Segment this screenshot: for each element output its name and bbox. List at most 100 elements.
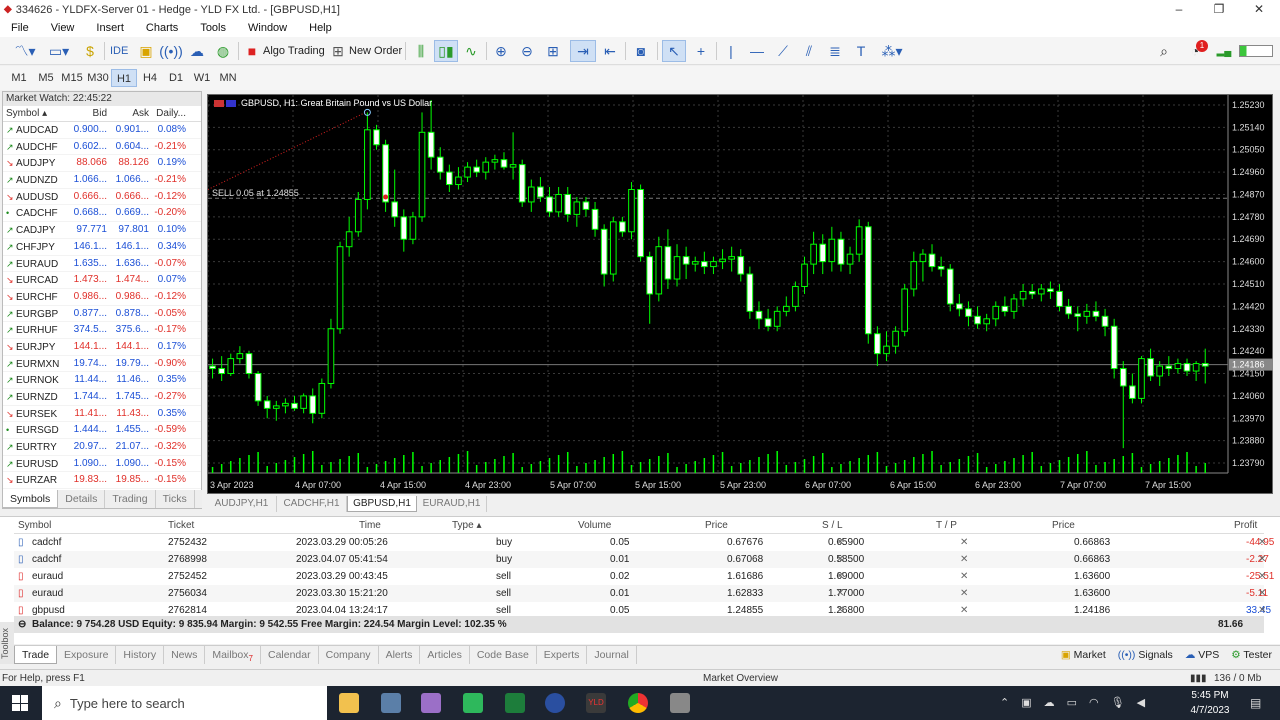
tab-alerts[interactable]: Alerts (379, 646, 421, 664)
close-icon[interactable]: ✕ (1240, 0, 1278, 19)
close-position-icon[interactable]: ✕ (1258, 568, 1266, 585)
menu-file[interactable]: File (0, 22, 40, 34)
close-position-icon[interactable]: ✕ (1258, 551, 1266, 568)
clear-sl-icon[interactable]: ✕ (836, 534, 844, 551)
market-watch-row[interactable]: ↗ EURUSD 1.090... 1.090... -0.15% (3, 456, 201, 473)
market-watch-row[interactable]: ↘ EURSEK 11.41... 11.43... 0.35% (3, 406, 201, 423)
chart-tab-audjpy[interactable]: AUDJPY,H1 (207, 496, 277, 512)
lock-icon[interactable]: ▣ (136, 40, 156, 62)
menu-help[interactable]: Help (298, 22, 343, 34)
tab-experts[interactable]: Experts (537, 646, 588, 664)
tab-ticks[interactable]: Ticks (156, 490, 195, 508)
cloud-icon[interactable]: ☁ (1044, 696, 1055, 709)
col-ask[interactable]: Ask (107, 106, 149, 121)
tf-m5[interactable]: M5 (33, 69, 59, 87)
clear-tp-icon[interactable]: ✕ (960, 551, 968, 568)
excel-icon[interactable] (505, 693, 525, 713)
clear-tp-icon[interactable]: ✕ (960, 568, 968, 585)
close-position-icon[interactable]: ✕ (1258, 534, 1266, 551)
market-watch-row[interactable]: ↘ EURCAD 1.473... 1.474... 0.07% (3, 272, 201, 289)
chart-tab-gbpusd[interactable]: GBPUSD,H1 (347, 496, 417, 512)
chart-shift-icon[interactable]: ⇤ (598, 40, 622, 62)
chart-canvas[interactable]: 1.25230 1.25140 1.25050 1.24960 1.24870 1.247… (208, 95, 1274, 495)
market-watch-row[interactable]: ↘ EURJPY 144.1... 144.1... 0.17% (3, 339, 201, 356)
tf-m30[interactable]: M30 (85, 69, 111, 87)
market-watch-row[interactable]: ↗ AUDCAD 0.900... 0.901... 0.08% (3, 122, 201, 139)
money-icon[interactable]: $ (80, 40, 100, 62)
battery-icon[interactable]: ▭ (1067, 696, 1077, 709)
tab-trading[interactable]: Trading (105, 490, 156, 508)
chart-type-icon[interactable]: 〽▾ (8, 40, 42, 62)
close-position-icon[interactable]: ✕ (1258, 585, 1266, 602)
remote-icon[interactable] (670, 693, 690, 713)
menu-window[interactable]: Window (237, 22, 298, 34)
chevron-up-icon[interactable]: ⌃ (1000, 696, 1009, 709)
tab-symbols[interactable]: Symbols (2, 490, 59, 508)
mic-icon[interactable]: 🎙 (1111, 696, 1125, 709)
market-watch-row[interactable]: ↗ CADJPY 97.771 97.801 0.10% (3, 222, 201, 239)
cursor-icon[interactable]: ↖ (662, 40, 686, 62)
tab-history[interactable]: History (116, 646, 165, 664)
tf-w1[interactable]: W1 (189, 69, 215, 87)
market-watch-row[interactable]: ↗ EURTRY 20.97... 21.07... -0.32% (3, 439, 201, 456)
market-watch-row[interactable]: ↗ EURNZD 1.744... 1.745... -0.27% (3, 389, 201, 406)
app-globe-icon[interactable] (545, 693, 565, 713)
market-watch-row[interactable]: • EURSGD 1.444... 1.455... -0.59% (3, 422, 201, 440)
status-market-overview[interactable]: Market Overview (703, 670, 778, 687)
tf-m1[interactable]: M1 (6, 69, 32, 87)
clear-tp-icon[interactable]: ✕ (960, 534, 968, 551)
zoom-in-icon[interactable]: ⊕ (490, 40, 512, 62)
cloud-icon[interactable]: ☁ (186, 40, 208, 62)
menu-insert[interactable]: Insert (85, 22, 135, 34)
notepad-icon[interactable] (421, 693, 441, 713)
clear-sl-icon[interactable]: ✕ (836, 585, 844, 602)
windows-start-icon[interactable] (12, 695, 28, 711)
tf-h4[interactable]: H4 (137, 69, 163, 87)
trade-row[interactable]: ▯ cadchf 2752432 2023.03.29 00:05:26 buy 0.05… (14, 534, 1274, 551)
restore-icon[interactable]: ❐ (1200, 0, 1238, 19)
clock[interactable]: 5:45 PM 4/7/2023 (1180, 688, 1240, 718)
signals-button[interactable]: ((•)) Signals (1118, 646, 1173, 664)
col-price[interactable]: Price (705, 517, 728, 534)
notifications-icon[interactable]: ◔ 1 (1182, 40, 1208, 62)
clear-tp-icon[interactable]: ✕ (960, 585, 968, 602)
trendline-icon[interactable]: ⟋ (772, 40, 794, 62)
tester-button[interactable]: ⚙ Tester (1231, 646, 1272, 664)
tf-h1[interactable]: H1 (111, 69, 137, 87)
ide-button[interactable]: IDE (110, 40, 128, 62)
tab-articles[interactable]: Articles (420, 646, 470, 664)
toolbox-label[interactable]: Toolbox (0, 622, 14, 664)
menu-tools[interactable]: Tools (189, 22, 237, 34)
calculator-icon[interactable] (381, 693, 401, 713)
tf-mn[interactable]: MN (215, 69, 241, 87)
camera-icon[interactable]: ▣ (1021, 696, 1031, 709)
market-button[interactable]: ▣ Market (1061, 646, 1106, 664)
trade-row[interactable]: ▯ euraud 2752452 2023.03.29 00:43:45 sell 0.0… (14, 568, 1274, 585)
market-watch-row[interactable]: ↘ AUDUSD 0.666... 0.666... -0.12% (3, 189, 201, 206)
tab-details[interactable]: Details (58, 490, 106, 508)
tf-d1[interactable]: D1 (163, 69, 189, 87)
tab-journal[interactable]: Journal (587, 646, 637, 664)
volume-icon[interactable]: ◀ (1137, 696, 1145, 709)
search-icon[interactable]: ⌕ (1154, 40, 1174, 62)
shapes-icon[interactable]: ⁂▾ (876, 40, 908, 62)
vertical-line-icon[interactable]: | (720, 40, 742, 62)
taskbar-search[interactable]: ⌕ Type here to search (42, 686, 327, 720)
horizontal-line-icon[interactable]: — (746, 40, 768, 62)
menu-charts[interactable]: Charts (135, 22, 189, 34)
col-symbol[interactable]: Symbol (18, 517, 51, 534)
tab-company[interactable]: Company (319, 646, 379, 664)
tab-exposure[interactable]: Exposure (57, 646, 117, 664)
market-watch-row[interactable]: ↗ EURHUF 374.5... 375.6... -0.17% (3, 322, 201, 339)
channel-icon[interactable]: ⫽ (798, 40, 820, 62)
lvl-icon[interactable]: ▂▄ (1214, 40, 1234, 62)
candlestick-icon[interactable]: ▯▮ (434, 40, 458, 62)
line-chart-icon[interactable]: ∿ (460, 40, 482, 62)
grid-icon[interactable]: ⊞ (542, 40, 564, 62)
tab-code-base[interactable]: Code Base (470, 646, 537, 664)
price-chart[interactable]: 1.25230 1.25140 1.25050 1.24960 1.24870 1.247… (207, 94, 1273, 494)
market-watch-row[interactable]: ↗ EURAUD 1.635... 1.636... -0.07% (3, 256, 201, 273)
autoscroll-icon[interactable]: ⇥ (570, 40, 596, 62)
col-bid[interactable]: Bid (65, 106, 107, 121)
new-order-button[interactable]: New Order (349, 40, 402, 62)
